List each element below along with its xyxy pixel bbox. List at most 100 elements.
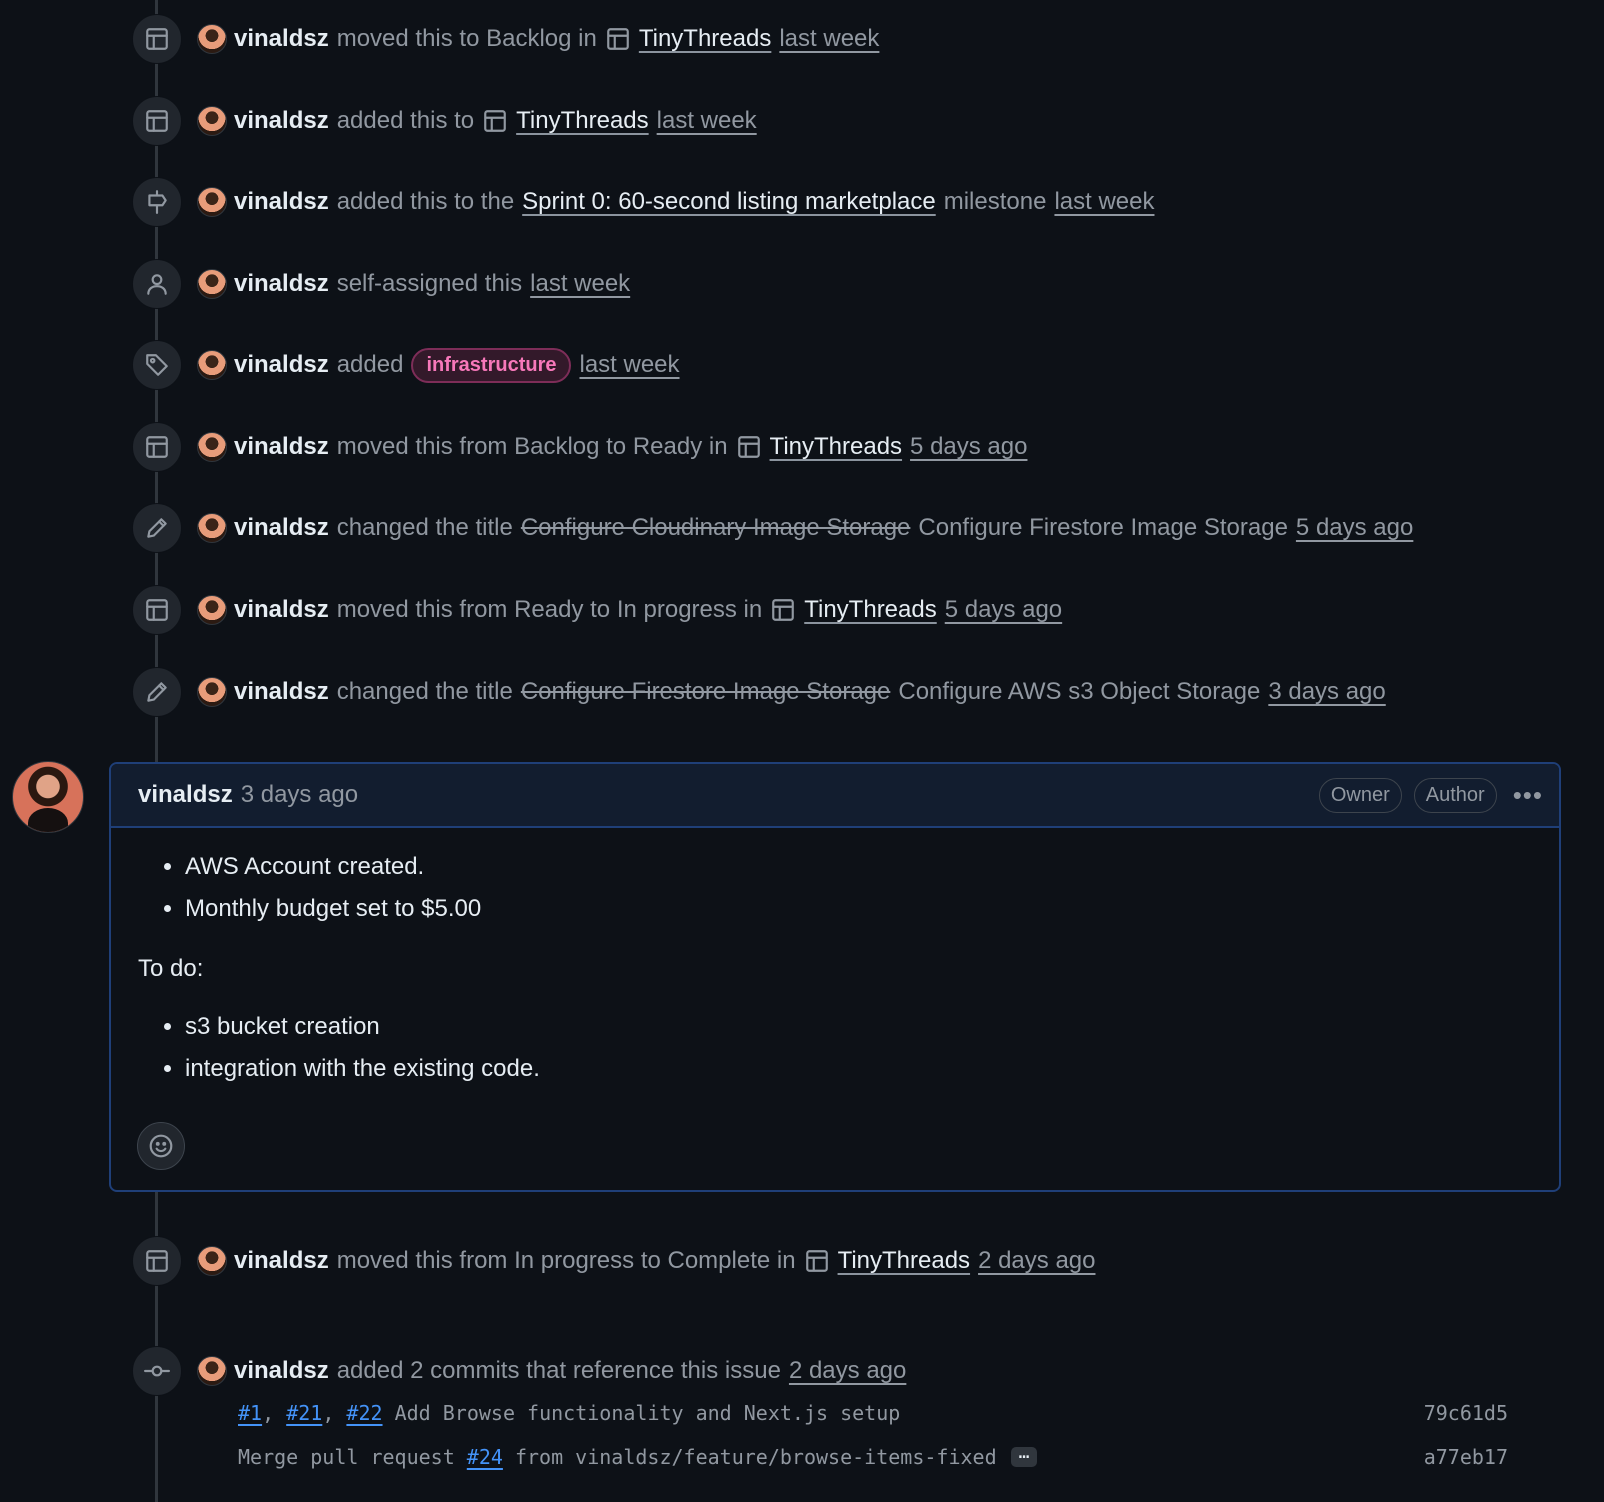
project-link[interactable]: TinyThreads [804, 596, 937, 624]
kebab-horizontal-icon[interactable]: ••• [1513, 780, 1543, 811]
commit-sha-link[interactable]: 79c61d5 [1424, 1401, 1508, 1425]
avatar[interactable] [197, 677, 227, 707]
comment-header: vinaldsz 3 days ago Owner Author ••• [111, 764, 1559, 828]
avatar[interactable] [197, 269, 227, 299]
event-time-link[interactable]: 3 days ago [1268, 678, 1385, 706]
event-user-link[interactable]: vinaldsz [234, 188, 329, 216]
add-reaction-button[interactable] [137, 1122, 185, 1170]
avatar[interactable] [197, 513, 227, 543]
event-action: moved this from Backlog to Ready in [336, 433, 728, 460]
event-user-link[interactable]: vinaldsz [234, 107, 329, 135]
event-time-link[interactable]: 5 days ago [945, 596, 1062, 624]
smiley-icon [149, 1134, 173, 1158]
event-action: self-assigned this [336, 270, 523, 297]
event-user-link[interactable]: vinaldsz [234, 351, 329, 379]
comment-paragraph: To do: [138, 955, 204, 982]
event-time-link[interactable]: last week [1054, 188, 1154, 216]
event-time-link[interactable]: 5 days ago [1296, 514, 1413, 542]
list-item: Monthly budget set to $5.00 [185, 888, 1532, 930]
event-time-link[interactable]: last week [779, 25, 879, 53]
avatar[interactable] [197, 595, 227, 625]
avatar[interactable] [197, 187, 227, 217]
project-link[interactable]: TinyThreads [770, 433, 903, 461]
list-item: integration with the existing code. [185, 1048, 1532, 1090]
list-item: s3 bucket creation [185, 1006, 1532, 1048]
project-link[interactable]: TinyThreads [838, 1247, 971, 1275]
event-action: changed the title [336, 514, 513, 541]
new-title: Configure AWS s3 Object Storage [898, 678, 1261, 705]
expand-commit-message-button[interactable]: … [1010, 1444, 1038, 1467]
issue-ref-link[interactable]: #22 [346, 1401, 382, 1425]
table-icon [132, 1236, 182, 1286]
event-time-link[interactable]: 2 days ago [789, 1357, 906, 1385]
timeline-event: vinaldsz added infrastructure last week [132, 340, 688, 390]
event-action: added this to [336, 107, 475, 134]
commit-message-link[interactable]: Add Browse functionality and Next.js set… [395, 1401, 901, 1425]
timeline-event: vinaldsz moved this from Backlog to Read… [132, 422, 1035, 472]
ref-separator: , [262, 1401, 275, 1425]
new-title: Configure Firestore Image Storage [918, 514, 1288, 541]
comment-todo-list: s3 bucket creation integration with the … [138, 1006, 1532, 1090]
comment-box: vinaldsz 3 days ago Owner Author ••• AWS… [109, 762, 1561, 1192]
event-user-link[interactable]: vinaldsz [234, 270, 329, 298]
owner-badge: Owner [1318, 777, 1402, 813]
timeline-event: vinaldsz added 2 commits that reference … [132, 1346, 914, 1396]
avatar[interactable] [197, 432, 227, 462]
avatar[interactable] [197, 1356, 227, 1386]
commit-message-prefix[interactable]: Merge pull request [238, 1445, 455, 1469]
person-icon [132, 259, 182, 309]
table-icon [804, 1248, 830, 1274]
timeline-event: vinaldsz moved this from In progress to … [132, 1236, 1103, 1286]
commit-sha-link[interactable]: a77eb17 [1424, 1445, 1508, 1469]
timeline-event: vinaldsz self-assigned this last week [132, 259, 638, 309]
avatar[interactable] [197, 1246, 227, 1276]
timeline-event: vinaldsz added this to the Sprint 0: 60-… [132, 177, 1162, 227]
table-icon [482, 108, 508, 134]
issue-ref-link[interactable]: #1 [238, 1401, 262, 1425]
project-link[interactable]: TinyThreads [639, 25, 772, 53]
table-icon [132, 14, 182, 64]
table-icon [132, 585, 182, 635]
timeline-event: vinaldsz added this to TinyThreads last … [132, 96, 765, 146]
comment-body: AWS Account created. Monthly budget set … [111, 828, 1559, 1090]
comment-author-avatar[interactable] [12, 761, 84, 833]
comment-author-link[interactable]: vinaldsz [138, 781, 233, 809]
commit-message-link[interactable]: from vinaldsz/feature/browse-items-fixed [515, 1445, 997, 1469]
comment-time-link[interactable]: 3 days ago [241, 781, 358, 809]
table-icon [132, 422, 182, 472]
event-suffix: milestone [943, 188, 1047, 215]
event-user-link[interactable]: vinaldsz [234, 678, 329, 706]
event-time-link[interactable]: 5 days ago [910, 433, 1027, 461]
event-action: added 2 commits that reference this issu… [336, 1357, 781, 1384]
event-action: moved this from In progress to Complete … [336, 1247, 796, 1274]
event-time-link[interactable]: last week [579, 351, 679, 379]
event-time-link[interactable]: last week [530, 270, 630, 298]
event-action: added [336, 351, 404, 378]
event-action: added this to the [336, 188, 515, 215]
event-user-link[interactable]: vinaldsz [234, 433, 329, 461]
label-infrastructure[interactable]: infrastructure [411, 347, 572, 383]
timeline-event: vinaldsz changed the title Configure Fir… [132, 667, 1394, 717]
avatar[interactable] [197, 350, 227, 380]
event-user-link[interactable]: vinaldsz [234, 596, 329, 624]
tag-icon [132, 340, 182, 390]
table-icon [770, 597, 796, 623]
comment-list: AWS Account created. Monthly budget set … [138, 846, 1532, 930]
event-user-link[interactable]: vinaldsz [234, 514, 329, 542]
avatar[interactable] [197, 106, 227, 136]
avatar[interactable] [197, 24, 227, 54]
pr-ref-link[interactable]: #24 [467, 1445, 503, 1469]
event-time-link[interactable]: 2 days ago [978, 1247, 1095, 1275]
project-link[interactable]: TinyThreads [516, 107, 649, 135]
event-user-link[interactable]: vinaldsz [234, 25, 329, 53]
commit-row: Merge pull request #24 from vinaldsz/fea… [238, 1440, 1508, 1474]
event-action: moved this from Ready to In progress in [336, 596, 763, 623]
pencil-icon [132, 503, 182, 553]
milestone-icon [132, 177, 182, 227]
event-user-link[interactable]: vinaldsz [234, 1357, 329, 1385]
author-badge: Author [1413, 777, 1497, 813]
event-time-link[interactable]: last week [657, 107, 757, 135]
milestone-link[interactable]: Sprint 0: 60-second listing marketplace [522, 188, 936, 216]
event-user-link[interactable]: vinaldsz [234, 1247, 329, 1275]
issue-ref-link[interactable]: #21 [286, 1401, 322, 1425]
